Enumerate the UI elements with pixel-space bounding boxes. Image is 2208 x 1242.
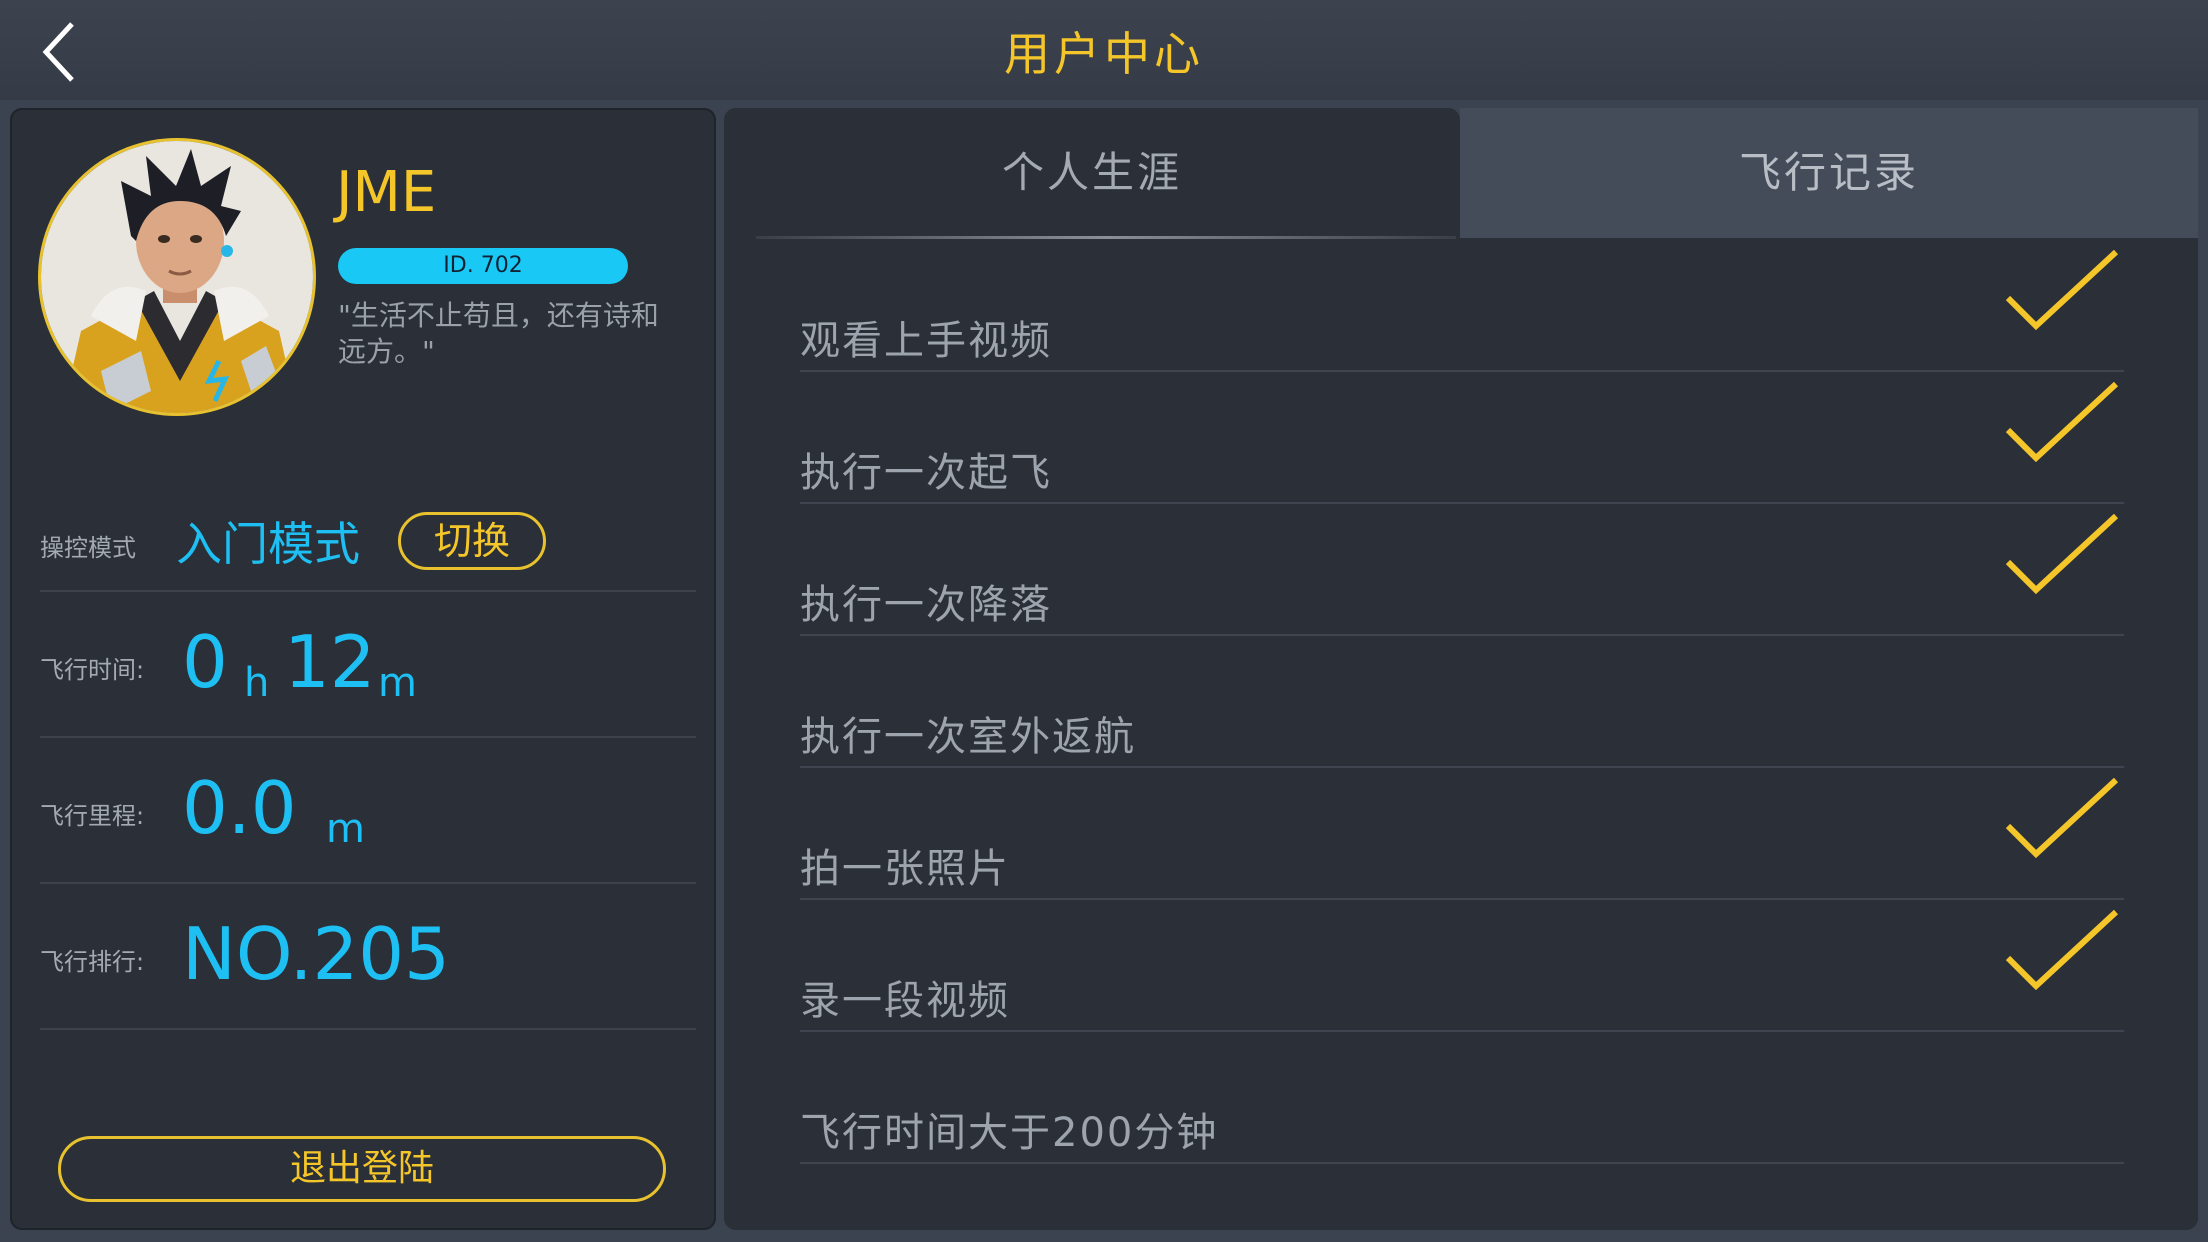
checkmark-icon	[2005, 909, 2119, 991]
page-title: 用户中心	[1004, 27, 1204, 81]
task-label: 执行一次室外返航	[800, 714, 1136, 760]
task-label: 录一段视频	[800, 978, 1010, 1024]
flight-time-hours: 0	[182, 620, 228, 704]
task-item: 飞行时间大于200分钟	[800, 1030, 2124, 1164]
checkmark-icon	[2005, 249, 2119, 331]
logout-button[interactable]: 退出登陆	[58, 1136, 666, 1202]
task-item: 拍一张照片	[800, 766, 2124, 900]
task-item: 录一段视频	[800, 898, 2124, 1032]
avatar	[38, 138, 316, 416]
control-mode-value: 入门模式	[176, 517, 360, 571]
task-label: 飞行时间大于200分钟	[800, 1110, 1219, 1156]
username: JME	[336, 160, 437, 225]
task-item: 观看上手视频	[800, 238, 2124, 372]
achievements-panel: 观看上手视频 执行一次起飞 执行一次降落 执行一次室外返航 拍一张照片 录一段视…	[724, 238, 2198, 1230]
flight-distance-value: 0.0	[182, 766, 297, 850]
task-item: 执行一次起飞	[800, 370, 2124, 504]
checkmark-icon	[2005, 777, 2119, 859]
user-motto: "生活不止苟且，还有诗和远方。"	[338, 299, 659, 368]
checkmark-icon	[2005, 381, 2119, 463]
tab-underline	[756, 236, 1456, 239]
flight-distance-unit: m	[326, 806, 365, 852]
top-bar: 用户中心	[0, 0, 2208, 100]
flight-distance-row: 飞行里程: 0.0 m	[40, 738, 696, 884]
flight-time-row: 飞行时间: 0 h 12 m	[40, 592, 696, 738]
task-label: 拍一张照片	[800, 846, 1010, 892]
flight-distance-label: 飞行里程:	[40, 802, 145, 830]
control-mode-label: 操控模式	[40, 534, 136, 562]
control-mode-row: 操控模式 入门模式 切换	[40, 500, 696, 592]
flight-time-hours-unit: h	[244, 660, 270, 706]
tab-career[interactable]: 个人生涯	[724, 108, 1460, 238]
flight-rank-row: 飞行排行: NO.205	[40, 884, 696, 1030]
flight-time-minutes: 12	[284, 620, 376, 704]
tab-bar: 个人生涯 飞行记录	[724, 108, 2198, 238]
flight-rank-label: 飞行排行:	[40, 948, 145, 976]
checkmark-icon	[2005, 513, 2119, 595]
task-item: 执行一次室外返航	[800, 634, 2124, 768]
user-id-badge: ID. 702	[338, 248, 628, 284]
flight-time-label: 飞行时间:	[40, 656, 145, 684]
task-label: 观看上手视频	[800, 318, 1052, 364]
task-item: 执行一次降落	[800, 502, 2124, 636]
flight-time-minutes-unit: m	[378, 660, 417, 706]
task-label: 执行一次起飞	[800, 450, 1052, 496]
profile-panel: JME ID. 702 "生活不止苟且，还有诗和远方。" 操控模式 入门模式 切…	[10, 108, 716, 1230]
switch-mode-button[interactable]: 切换	[398, 512, 546, 570]
tab-flight-records[interactable]: 飞行记录	[1460, 108, 2198, 238]
flight-rank-value: NO.205	[182, 912, 450, 996]
task-label: 执行一次降落	[800, 582, 1052, 628]
